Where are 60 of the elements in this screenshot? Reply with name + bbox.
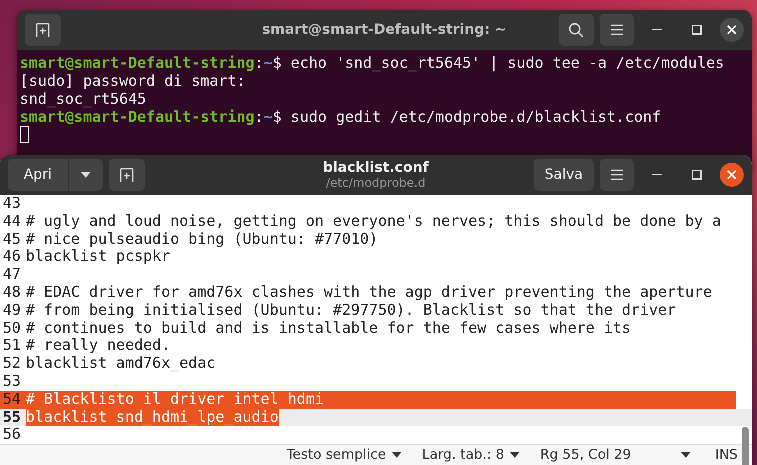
code-line: # nice pulseaudio bing (Ubuntu: #77010): [26, 230, 378, 248]
line-number: 56: [2, 426, 22, 444]
code-line: # really needed.: [26, 337, 170, 356]
terminal-line: smart@smart-Default-string:~$ echo 'snd_soc_rt5645' | sudo tee -a /etc/modules: [20, 54, 726, 72]
menu-button[interactable]: [600, 14, 634, 46]
minimize-icon: [652, 29, 662, 31]
line-number: 48: [2, 284, 22, 302]
document-title: blacklist.conf: [323, 160, 429, 176]
maximize-icon: [692, 170, 702, 180]
close-button[interactable]: [720, 163, 744, 187]
text-cursor: [20, 126, 29, 143]
line-number: 55: [2, 408, 22, 426]
menu-icon: [610, 24, 624, 36]
window-title: smart@smart-Default-string: ~: [262, 22, 507, 38]
line-number: 51: [2, 337, 22, 356]
caret-icon: [392, 452, 402, 458]
line-number: 47: [2, 266, 22, 284]
code-line: # ugly and loud noise, getting on everyone's nerves; this should be done by a: [26, 212, 722, 231]
close-icon: [727, 25, 737, 35]
line-number: 53: [2, 372, 22, 391]
line-number: 54: [2, 390, 22, 409]
document-path: /etc/modprobe.d: [326, 176, 426, 190]
line-number: 52: [2, 355, 22, 373]
terminal-line: snd_soc_rt5645: [20, 90, 148, 108]
code-line: # EDAC driver for amd76x clashes with the agp driver preventing the aperture: [26, 284, 712, 302]
new-tab-button[interactable]: [25, 14, 61, 46]
line-number: 49: [2, 302, 22, 320]
code-line: blacklist amd76x_edac: [26, 355, 216, 373]
line-number: 43: [2, 195, 22, 213]
terminal-line: smart@smart-Default-string:~$ sudo gedit /etc/modprobe.d/blacklist.conf: [20, 108, 662, 126]
code-line: blacklist pcspkr: [26, 248, 170, 266]
code-line: # from being initialised (Ubuntu: #297750). Blacklist so that the driver: [26, 302, 676, 320]
language-dropdown[interactable]: Testo semplice: [276, 447, 412, 464]
caret-icon: [81, 172, 91, 178]
menu-button[interactable]: [600, 159, 634, 191]
close-icon: [727, 170, 737, 180]
open-menu-button[interactable]: [69, 159, 103, 191]
line-number: 45: [2, 230, 22, 248]
search-icon: [569, 22, 584, 38]
tab-width-dropdown[interactable]: Larg. tab.: 8: [412, 447, 530, 464]
line-number: 46: [2, 248, 22, 266]
maximize-icon: [692, 25, 702, 35]
close-button[interactable]: [720, 18, 744, 42]
new-tab-icon: [119, 167, 135, 183]
open-button[interactable]: Apri: [8, 159, 68, 191]
minimize-icon: [652, 174, 662, 176]
save-button[interactable]: Salva: [534, 159, 594, 191]
code-line: # continues to build and is installable for the few cases where its: [26, 320, 632, 338]
scrollbar-thumb[interactable]: [742, 427, 749, 465]
new-tab-button[interactable]: [109, 159, 145, 191]
caret-icon: [681, 452, 692, 458]
cursor-position-dropdown[interactable]: Rg 55, Col 29: [530, 447, 702, 464]
insert-mode-label: INS: [714, 447, 738, 464]
search-button[interactable]: [559, 14, 594, 46]
caret-icon: [510, 452, 520, 458]
new-tab-icon: [35, 22, 51, 38]
line-number: 44: [2, 212, 22, 231]
line-number: 50: [2, 320, 22, 338]
terminal-line: [sudo] password di smart:: [20, 72, 247, 90]
menu-icon: [610, 169, 624, 181]
